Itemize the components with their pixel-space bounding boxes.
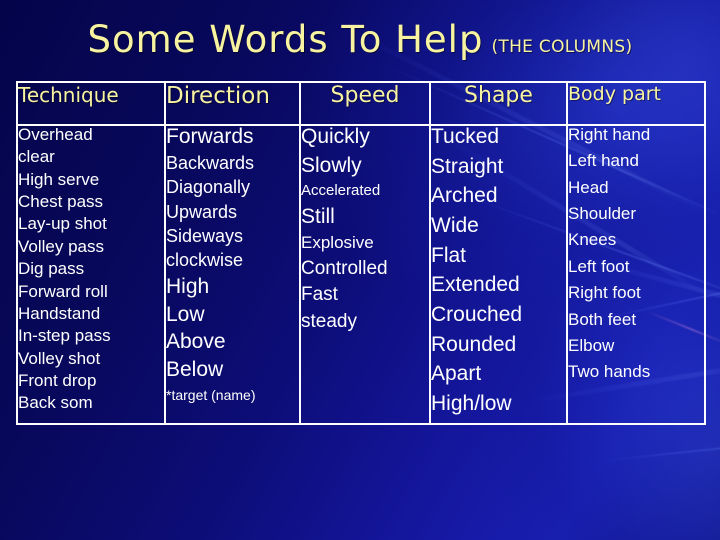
list-item: Flat	[431, 243, 467, 267]
list-item: Left foot	[568, 256, 630, 276]
column-header-technique: Technique	[16, 81, 166, 126]
column-header-shape: Shape	[429, 81, 568, 126]
technique-list: Overhead clear High serve Chest pass Lay…	[18, 125, 164, 413]
list-item: Shoulder	[568, 204, 637, 224]
list-item: Wide	[431, 214, 479, 238]
list-item: Knees	[568, 230, 617, 250]
list-item: Slowly	[301, 153, 362, 177]
list-item: Dig pass	[18, 259, 85, 279]
list-item: Extended	[431, 273, 520, 297]
list-item: Left hand	[568, 151, 639, 171]
cell-speed: Quickly Slowly Accelerated Still Explosi…	[299, 124, 431, 425]
list-item: Fast	[301, 284, 338, 306]
list-item: Elbow	[568, 335, 615, 355]
shape-list: Tucked Straight Arched Wide Flat Extende…	[431, 125, 566, 416]
words-table: Technique Direction Speed Shape Body par…	[16, 81, 706, 425]
list-item: Head	[568, 177, 609, 197]
list-item: Arched	[431, 184, 498, 208]
list-item: Handstand	[18, 303, 101, 323]
list-item: Forwards	[166, 125, 254, 148]
list-item: Explosive	[301, 233, 374, 253]
direction-list: Forwards Backwards Diagonally Upwards Si…	[166, 125, 299, 403]
list-item: Overhead	[18, 125, 93, 144]
list-item: Upwards	[166, 201, 238, 222]
list-item: Forward roll	[18, 281, 108, 301]
list-item: steady	[301, 310, 357, 332]
list-item: Right hand	[568, 125, 651, 144]
list-item: High	[166, 274, 210, 298]
list-item: Accelerated	[301, 182, 381, 200]
list-item: Apart	[431, 362, 482, 386]
page-title: Some Words To Help	[87, 18, 484, 61]
list-item: Two hands	[568, 362, 651, 382]
column-header-body-part: Body part	[566, 81, 706, 126]
list-item: Still	[301, 204, 335, 228]
list-item: Quickly	[301, 125, 370, 148]
list-item: High serve	[18, 169, 100, 189]
table-body-row: Overhead clear High serve Chest pass Lay…	[16, 124, 706, 425]
speed-list: Quickly Slowly Accelerated Still Explosi…	[301, 125, 429, 332]
list-item: Volley shot	[18, 348, 101, 368]
cell-direction: Forwards Backwards Diagonally Upwards Si…	[164, 124, 301, 425]
list-item: Front drop	[18, 370, 97, 390]
list-item: Chest pass	[18, 192, 104, 212]
cell-shape: Tucked Straight Arched Wide Flat Extende…	[429, 124, 568, 425]
list-item: *target (name)	[166, 386, 256, 403]
list-item: Backwards	[166, 152, 255, 173]
list-item: In-step pass	[18, 326, 111, 346]
presentation-slide: Some Words To Help (THE COLUMNS) Techniqu…	[0, 0, 720, 540]
list-item: Volley pass	[18, 236, 104, 256]
list-item: Low	[166, 302, 205, 326]
list-item: Below	[166, 357, 224, 381]
cell-technique: Overhead clear High serve Chest pass Lay…	[16, 124, 166, 425]
list-item: Tucked	[431, 125, 500, 148]
list-item: Sideways	[166, 225, 244, 246]
page-subtitle: (THE COLUMNS)	[491, 37, 633, 57]
list-item: clear	[18, 147, 55, 167]
list-item: clockwise	[166, 250, 244, 271]
list-item: Lay-up shot	[18, 214, 107, 234]
cell-body-part: Right hand Left hand Head Shoulder Knees…	[566, 124, 706, 425]
list-item: Rounded	[431, 332, 517, 356]
body-part-list: Right hand Left hand Head Shoulder Knees…	[568, 125, 704, 382]
list-item: Back som	[18, 393, 93, 413]
list-item: Diagonally	[166, 177, 251, 198]
list-item: High/low	[431, 392, 512, 416]
list-item: Above	[166, 330, 226, 354]
column-header-speed: Speed	[299, 81, 431, 126]
slide-title: Some Words To Help (THE COLUMNS)	[0, 18, 720, 61]
list-item: Both feet	[568, 309, 637, 329]
list-item: Right foot	[568, 283, 641, 303]
table-header-row: Technique Direction Speed Shape Body par…	[16, 81, 706, 126]
list-item: Straight	[431, 154, 504, 178]
column-header-direction: Direction	[164, 81, 301, 126]
list-item: Crouched	[431, 303, 523, 327]
list-item: Controlled	[301, 257, 388, 279]
